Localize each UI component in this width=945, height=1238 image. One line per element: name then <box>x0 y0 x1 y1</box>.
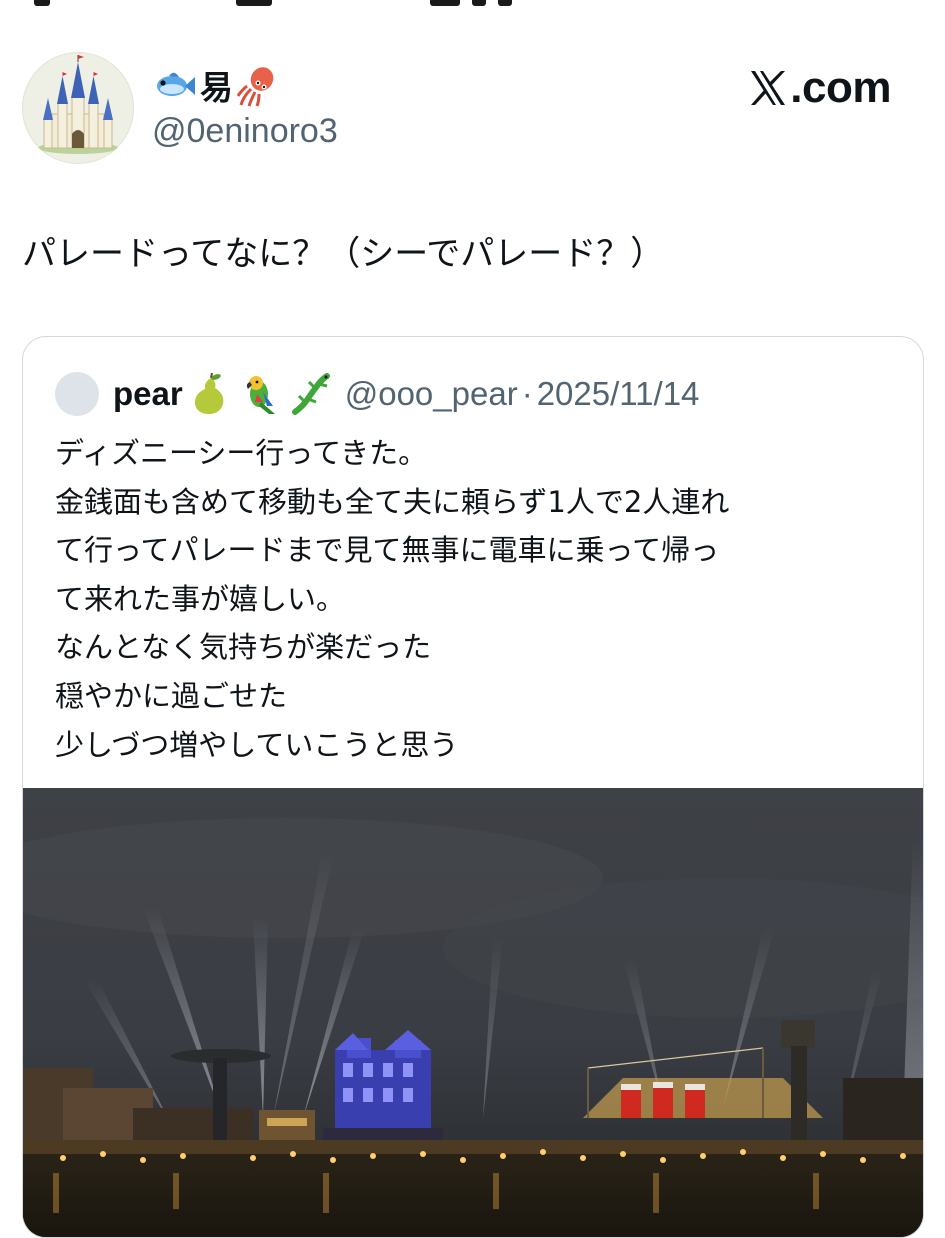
quoted-author-avatar[interactable] <box>55 372 99 416</box>
author-avatar[interactable] <box>22 52 134 164</box>
quoted-post-photo[interactable] <box>23 788 923 1237</box>
quoted-text-line: 穏やかに過ごせた <box>55 678 288 713</box>
x-logo-icon <box>751 71 786 105</box>
quoted-text-line: て行ってパレードまで見て無事に電車に乗って帰っ <box>55 533 720 568</box>
quoted-post-text: ディズニーシー行ってきた。 金銭面も含めて移動も全て夫に頼らず1人で2人連れ て… <box>55 429 905 769</box>
author-handle[interactable]: @0eninoro3 <box>152 112 338 151</box>
quoted-text-line: て来れた事が嬉しい。 <box>55 581 346 616</box>
quoted-text-line: なんとなく気持ちが楽だった <box>55 630 432 665</box>
quoted-text-line: 金銭面も含めて移動も全て夫に頼らず1人で2人連れ <box>55 484 730 519</box>
author-display-name[interactable]: 易 <box>152 62 281 108</box>
quoted-post-card[interactable]: pear @ooo_pear · 2025/11/14 ディズニーシー行ってきた… <box>22 336 924 1238</box>
quoted-text-line: 少しづつ増やしていこうと思う <box>55 727 459 762</box>
cropped-top-row <box>0 0 945 10</box>
squid-emoji-icon <box>237 67 274 107</box>
brand-domain-text: .com <box>790 63 891 112</box>
parrot-emoji-icon <box>246 376 275 414</box>
author-name-text: 易 <box>200 68 233 107</box>
quoted-post-date[interactable]: 2025/11/14 <box>537 375 700 412</box>
meta-separator: · <box>521 375 533 412</box>
x-brand-link[interactable]: .com <box>748 60 891 116</box>
post-text: パレードってなに？（シーでパレード？） <box>22 234 665 274</box>
pear-emoji-icon <box>194 372 224 414</box>
castle-icon <box>38 55 118 154</box>
quoted-post-header: pear @ooo_pear · 2025/11/14 <box>55 367 699 421</box>
quoted-post-meta: @ooo_pear · 2025/11/14 <box>345 375 700 413</box>
quoted-text-line: ディズニーシー行ってきた。 <box>55 436 428 470</box>
quoted-author-name[interactable]: pear <box>113 375 183 413</box>
fish-emoji-icon <box>157 72 195 96</box>
lizard-emoji-icon <box>291 373 330 415</box>
quoted-author-handle[interactable]: @ooo_pear <box>345 375 518 412</box>
